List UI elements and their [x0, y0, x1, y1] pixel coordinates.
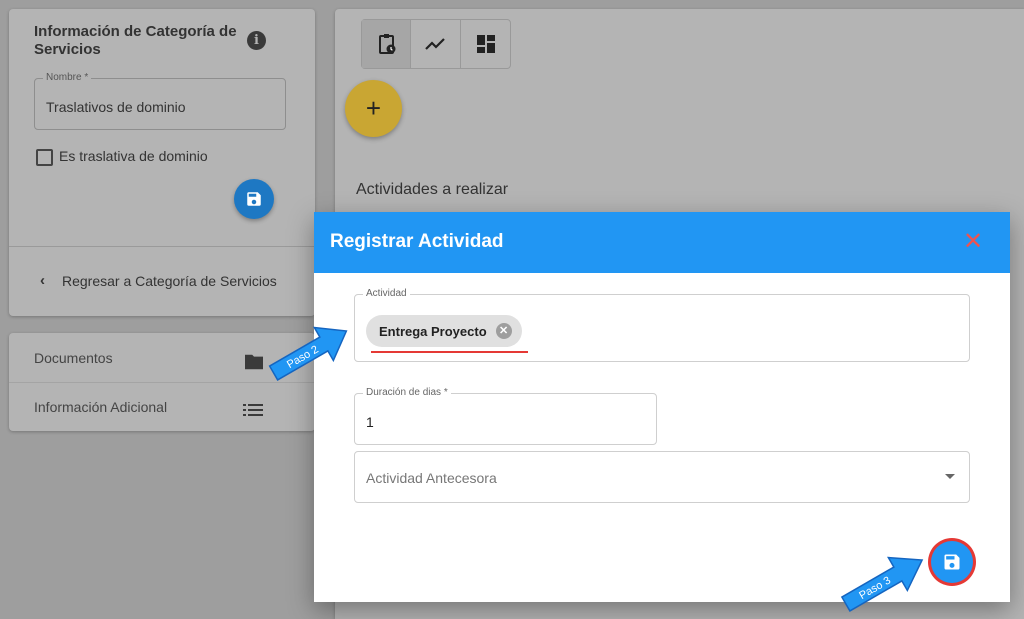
- paso-2-arrow: Paso 2: [268, 326, 348, 381]
- paso-3-arrow: Paso 3: [840, 556, 924, 612]
- chip-remove-icon[interactable]: ✕: [495, 323, 512, 339]
- register-activity-dialog: Registrar Actividad ✕ Actividad Entrega …: [314, 212, 1010, 602]
- save-icon: [247, 192, 261, 206]
- traslativa-checkbox[interactable]: [36, 149, 53, 166]
- save-activity-button[interactable]: [931, 541, 973, 583]
- view-toggle-group: [361, 19, 511, 69]
- card-divider: [9, 246, 315, 247]
- activities-section-title: Actividades a realizar: [356, 181, 509, 198]
- antecesora-placeholder: Actividad Antecesora: [366, 470, 497, 486]
- chip-highlight-underline: [371, 351, 528, 353]
- info-icon[interactable]: i: [247, 31, 266, 50]
- back-to-categories-link[interactable]: Regresar a Categoría de Servicios: [62, 273, 277, 289]
- list-item-documentos[interactable]: Documentos: [34, 350, 113, 366]
- close-icon[interactable]: ✕: [963, 228, 983, 256]
- chevron-left-icon[interactable]: ‹: [40, 272, 45, 289]
- actividad-field[interactable]: Actividad Entrega Proyecto ✕: [354, 287, 970, 362]
- traslativa-checkbox-label: Es traslativa de dominio: [59, 148, 208, 164]
- clipboard-clock-icon: [379, 34, 396, 54]
- actividad-chip[interactable]: Entrega Proyecto ✕: [366, 315, 522, 347]
- category-info-card: Información de Categoría de Servicios i …: [9, 9, 315, 316]
- duracion-value: 1: [366, 414, 374, 430]
- trend-line-icon: [425, 38, 446, 50]
- save-category-button[interactable]: [234, 179, 274, 219]
- nombre-value: Traslativos de dominio: [46, 99, 186, 115]
- category-info-title: Información de Categoría de Servicios: [34, 23, 237, 58]
- add-activity-button[interactable]: +: [345, 80, 402, 137]
- nombre-label: Nombre *: [43, 71, 92, 85]
- dashboard-icon: [476, 35, 495, 53]
- dropdown-arrow-icon[interactable]: [945, 474, 955, 479]
- save-highlight-ring: [928, 538, 976, 586]
- tool-dashboard-button[interactable]: [461, 20, 510, 68]
- tool-clipboard-button[interactable]: [362, 20, 412, 68]
- duracion-label: Duración de dias *: [363, 386, 451, 400]
- nombre-field[interactable]: Nombre * Traslativos de dominio: [34, 71, 286, 130]
- actividad-chip-label: Entrega Proyecto: [379, 323, 487, 339]
- dialog-title: Registrar Actividad: [330, 231, 504, 252]
- actividad-label: Actividad: [363, 287, 410, 301]
- dialog-header: Registrar Actividad ✕: [314, 212, 1010, 273]
- list-icon[interactable]: [243, 402, 263, 418]
- save-icon: [944, 554, 960, 570]
- list-item-informacion-adicional[interactable]: Información Adicional: [34, 399, 167, 415]
- actividad-antecesora-select[interactable]: Actividad Antecesora: [354, 451, 970, 503]
- duracion-field[interactable]: Duración de dias * 1: [354, 386, 657, 445]
- tool-trend-button[interactable]: [411, 20, 461, 68]
